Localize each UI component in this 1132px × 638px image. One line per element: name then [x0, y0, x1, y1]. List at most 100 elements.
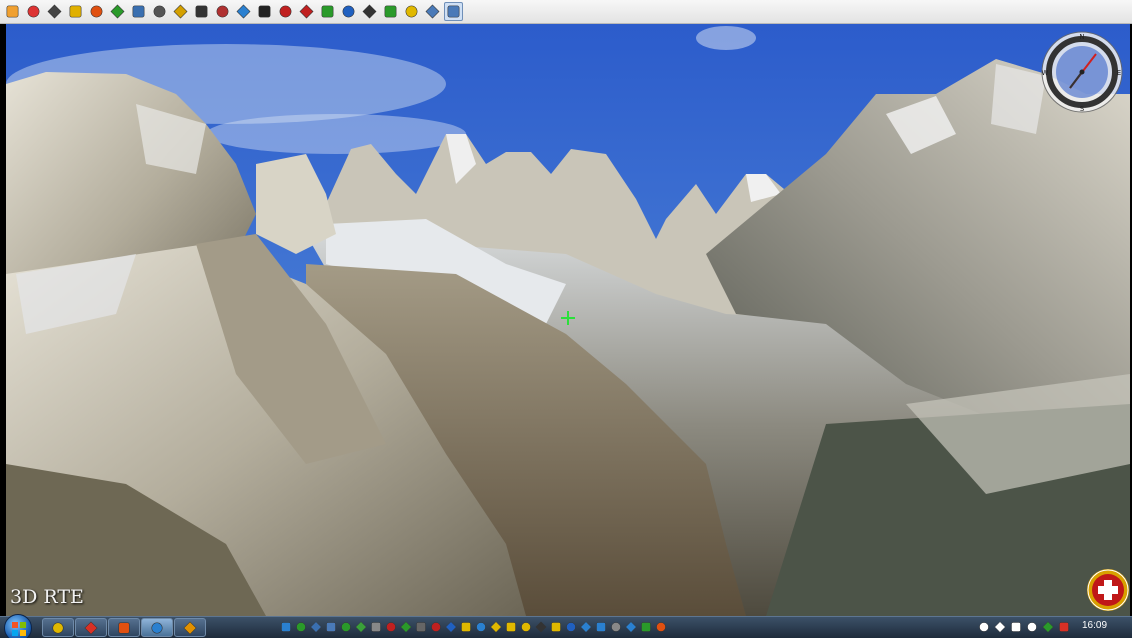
toolbar-button-map[interactable]: [318, 2, 337, 21]
chrome-icon: [84, 621, 98, 634]
toolbar-button-balloon[interactable]: [171, 2, 190, 21]
grid-dots-icon: [258, 5, 271, 18]
quick-launch-icon[interactable]: [340, 620, 352, 634]
system-tray: [978, 620, 1070, 634]
start-button[interactable]: [4, 614, 32, 638]
tray-icon[interactable]: [994, 620, 1006, 634]
tray-icon[interactable]: [1010, 620, 1022, 634]
toolbar-button-binoculars[interactable]: [150, 2, 169, 21]
balloon-icon: [173, 4, 188, 19]
quick-launch-icon[interactable]: [655, 620, 667, 634]
compass-icon[interactable]: N S E W: [1040, 30, 1124, 114]
taskbar: 16:09: [0, 614, 1132, 638]
toolbar-button-folder[interactable]: [402, 2, 421, 21]
globe-icon: [342, 5, 355, 18]
monitor-icon: [447, 5, 460, 18]
quick-launch-icon[interactable]: [445, 620, 457, 634]
taskbar-app-chrome[interactable]: [75, 618, 107, 637]
quick-launch-icon[interactable]: [640, 620, 652, 634]
toolbar-button-lock[interactable]: [66, 2, 85, 21]
world-icon: [384, 5, 397, 18]
lock-icon: [69, 5, 82, 18]
quick-launch-icon[interactable]: [310, 620, 322, 634]
quick-launch-icon[interactable]: [580, 620, 592, 634]
compass-mark-e: E: [1117, 69, 1121, 77]
diamond-icon: [132, 5, 145, 18]
film-icon: [362, 4, 377, 19]
wave-icon: [236, 4, 251, 19]
quick-launch-icon[interactable]: [415, 620, 427, 634]
taskbar-app-ie[interactable]: [141, 618, 173, 637]
toolbar-button-grid-dots[interactable]: [255, 2, 274, 21]
media-icon: [118, 621, 130, 634]
quick-launch-icon[interactable]: [610, 620, 622, 634]
explorer-icon: [52, 621, 64, 634]
pdf-icon: [299, 4, 314, 19]
taskbar-app-media[interactable]: [108, 618, 140, 637]
toolbar-button-pdf[interactable]: [297, 2, 316, 21]
quick-launch-icon[interactable]: [565, 620, 577, 634]
quick-launch-icon[interactable]: [505, 620, 517, 634]
quick-launch-icon[interactable]: [355, 620, 367, 634]
toolbar: [0, 0, 1132, 24]
home-icon: [27, 5, 40, 18]
orange-square-icon: [6, 5, 19, 18]
taskbar-app-explorer[interactable]: [42, 618, 74, 637]
antenna-icon: [216, 5, 229, 18]
compass-mark-s: S: [1080, 105, 1085, 113]
toolbar-button-diamond[interactable]: [129, 2, 148, 21]
toolbar-button-monitor[interactable]: [444, 2, 463, 21]
toolbar-button-pencil[interactable]: [87, 2, 106, 21]
quick-launch-icon[interactable]: [460, 620, 472, 634]
compass-mark-w: W: [1042, 69, 1049, 77]
crosshair-cursor: [561, 311, 575, 325]
quick-launch-icon[interactable]: [430, 620, 442, 634]
tray-icon[interactable]: [1026, 620, 1038, 634]
quick-launch: [280, 620, 667, 634]
walker-icon: [110, 4, 125, 19]
eye-icon: [195, 5, 208, 18]
quick-launch-icon[interactable]: [385, 620, 397, 634]
toolbar-button-globe[interactable]: [339, 2, 358, 21]
quick-launch-icon[interactable]: [535, 620, 547, 634]
compass-mark-n: N: [1079, 33, 1084, 41]
toolbar-button-antenna[interactable]: [213, 2, 232, 21]
toolbar-button-grid[interactable]: [45, 2, 64, 21]
toolbar-button-eye[interactable]: [192, 2, 211, 21]
quick-launch-icon[interactable]: [400, 620, 412, 634]
app-watermark: 3D RTE: [10, 586, 84, 608]
toolbar-button-orange-square[interactable]: [3, 2, 22, 21]
tray-icon[interactable]: [1042, 620, 1054, 634]
quick-launch-icon[interactable]: [295, 620, 307, 634]
toolbar-button-wave[interactable]: [234, 2, 253, 21]
taskbar-clock[interactable]: 16:09: [1082, 620, 1107, 631]
quick-launch-icon[interactable]: [370, 620, 382, 634]
tray-icon[interactable]: [978, 620, 990, 634]
toolbar-button-home[interactable]: [24, 2, 43, 21]
pencil-icon: [90, 5, 103, 18]
map-icon: [321, 5, 334, 18]
ie-icon: [151, 621, 163, 634]
toolbar-button-world[interactable]: [381, 2, 400, 21]
toolbar-button-settings[interactable]: [423, 2, 442, 21]
toolbar-button-film[interactable]: [360, 2, 379, 21]
toolbar-button-walker[interactable]: [108, 2, 127, 21]
windows-logo-icon: [12, 622, 26, 636]
quick-launch-icon[interactable]: [550, 620, 562, 634]
settings-icon: [425, 4, 440, 19]
quick-launch-icon[interactable]: [475, 620, 487, 634]
binoculars-icon: [153, 5, 166, 18]
quick-launch-icon[interactable]: [280, 620, 292, 634]
toolbar-button-flag[interactable]: [276, 2, 295, 21]
quick-launch-icon[interactable]: [595, 620, 607, 634]
quick-launch-icon[interactable]: [520, 620, 532, 634]
flag-icon: [279, 5, 292, 18]
taskbar-app-player[interactable]: [174, 618, 206, 637]
3d-viewport[interactable]: N S E W 3D RTE: [6, 24, 1130, 616]
quick-launch-icon[interactable]: [625, 620, 637, 634]
player-icon: [183, 621, 197, 634]
tray-icon[interactable]: [1058, 620, 1070, 634]
quick-launch-icon[interactable]: [490, 620, 502, 634]
quick-launch-icon[interactable]: [325, 620, 337, 634]
rescue-logo-icon: [1087, 569, 1129, 611]
